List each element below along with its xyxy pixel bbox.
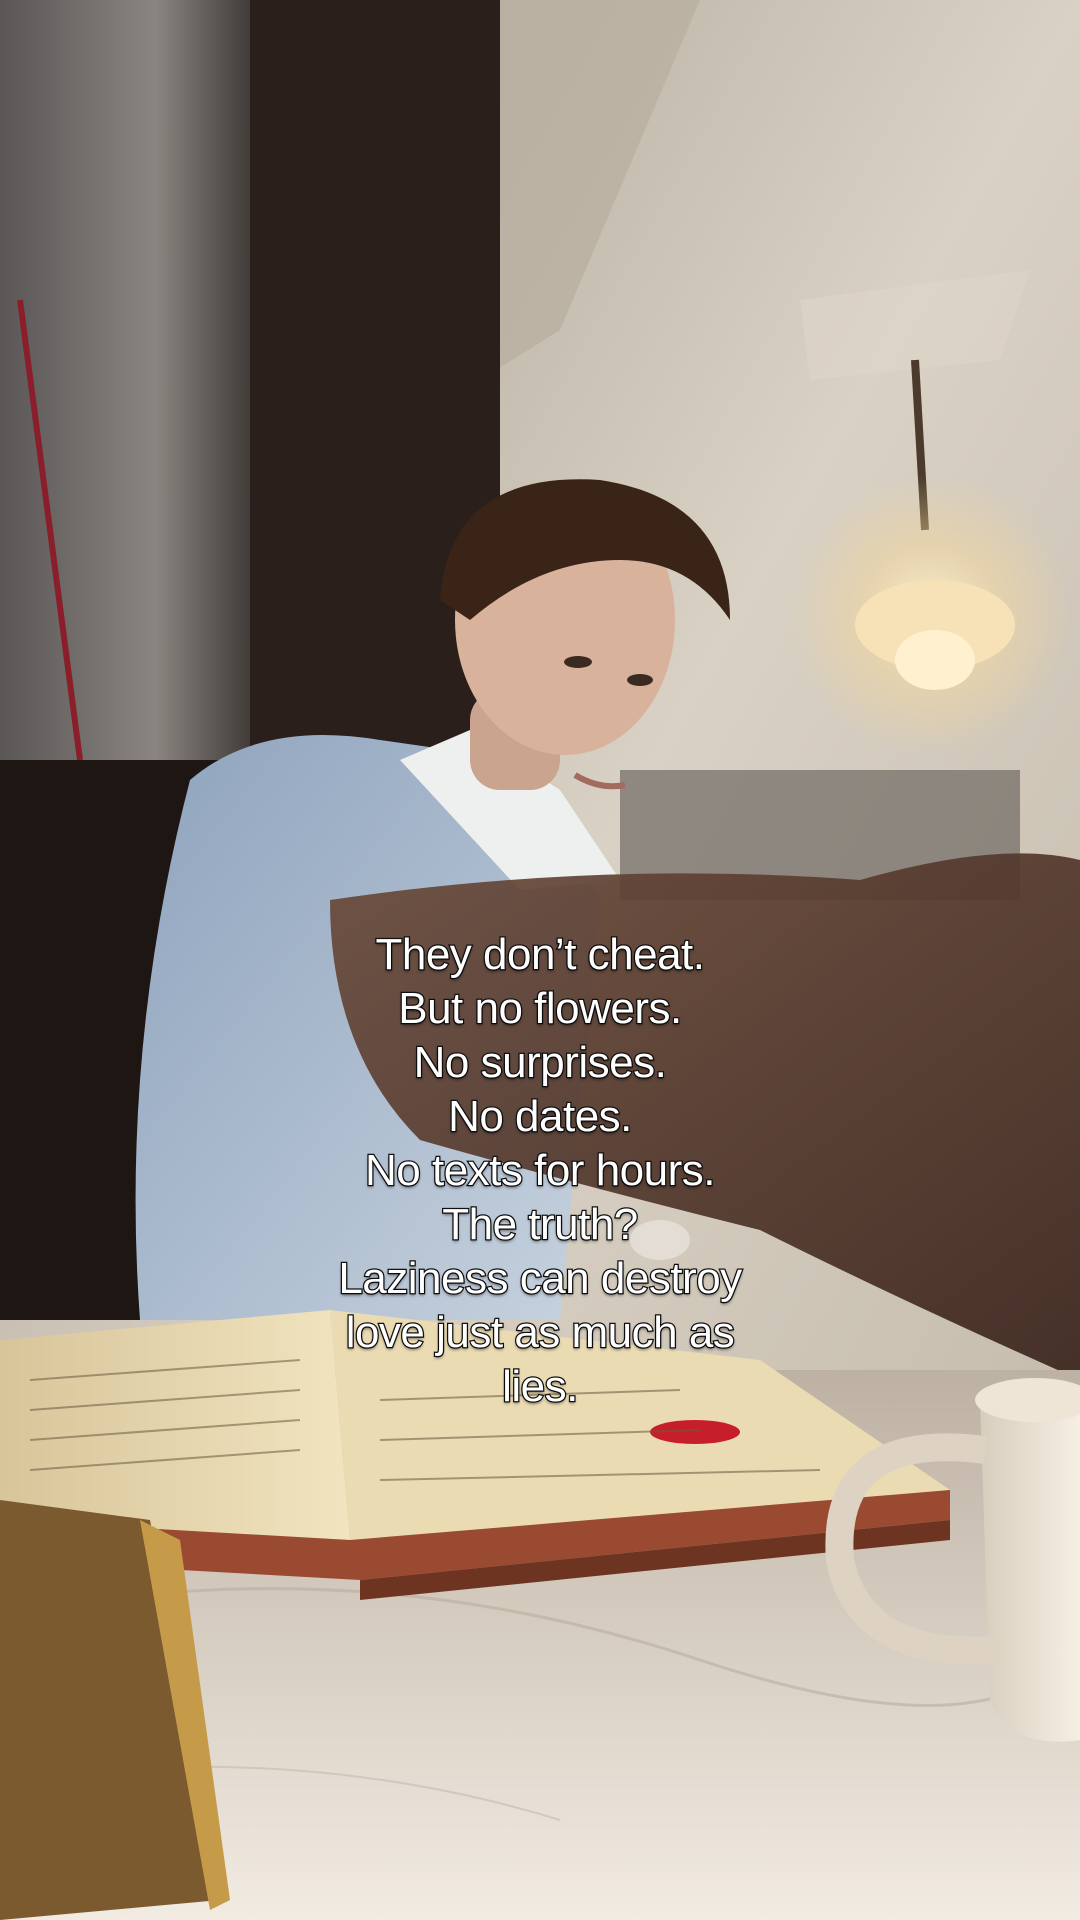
caption-line: No surprises. — [412, 1037, 668, 1089]
caption-line: The truth? — [441, 1199, 640, 1251]
caption-line: love just as much as — [344, 1307, 736, 1359]
caption-line: No dates. — [447, 1091, 634, 1143]
caption-line: Laziness can destroy — [337, 1253, 743, 1305]
caption-line: They don’t cheat. — [374, 929, 706, 981]
caption-line: lies. — [501, 1361, 580, 1413]
overlay-caption: They don’t cheat. But no flowers. No sur… — [240, 928, 840, 1414]
caption-line: But no flowers. — [397, 983, 684, 1035]
caption-line: No texts for hours. — [364, 1145, 717, 1197]
photo-frame: They don’t cheat. But no flowers. No sur… — [0, 0, 1080, 1920]
